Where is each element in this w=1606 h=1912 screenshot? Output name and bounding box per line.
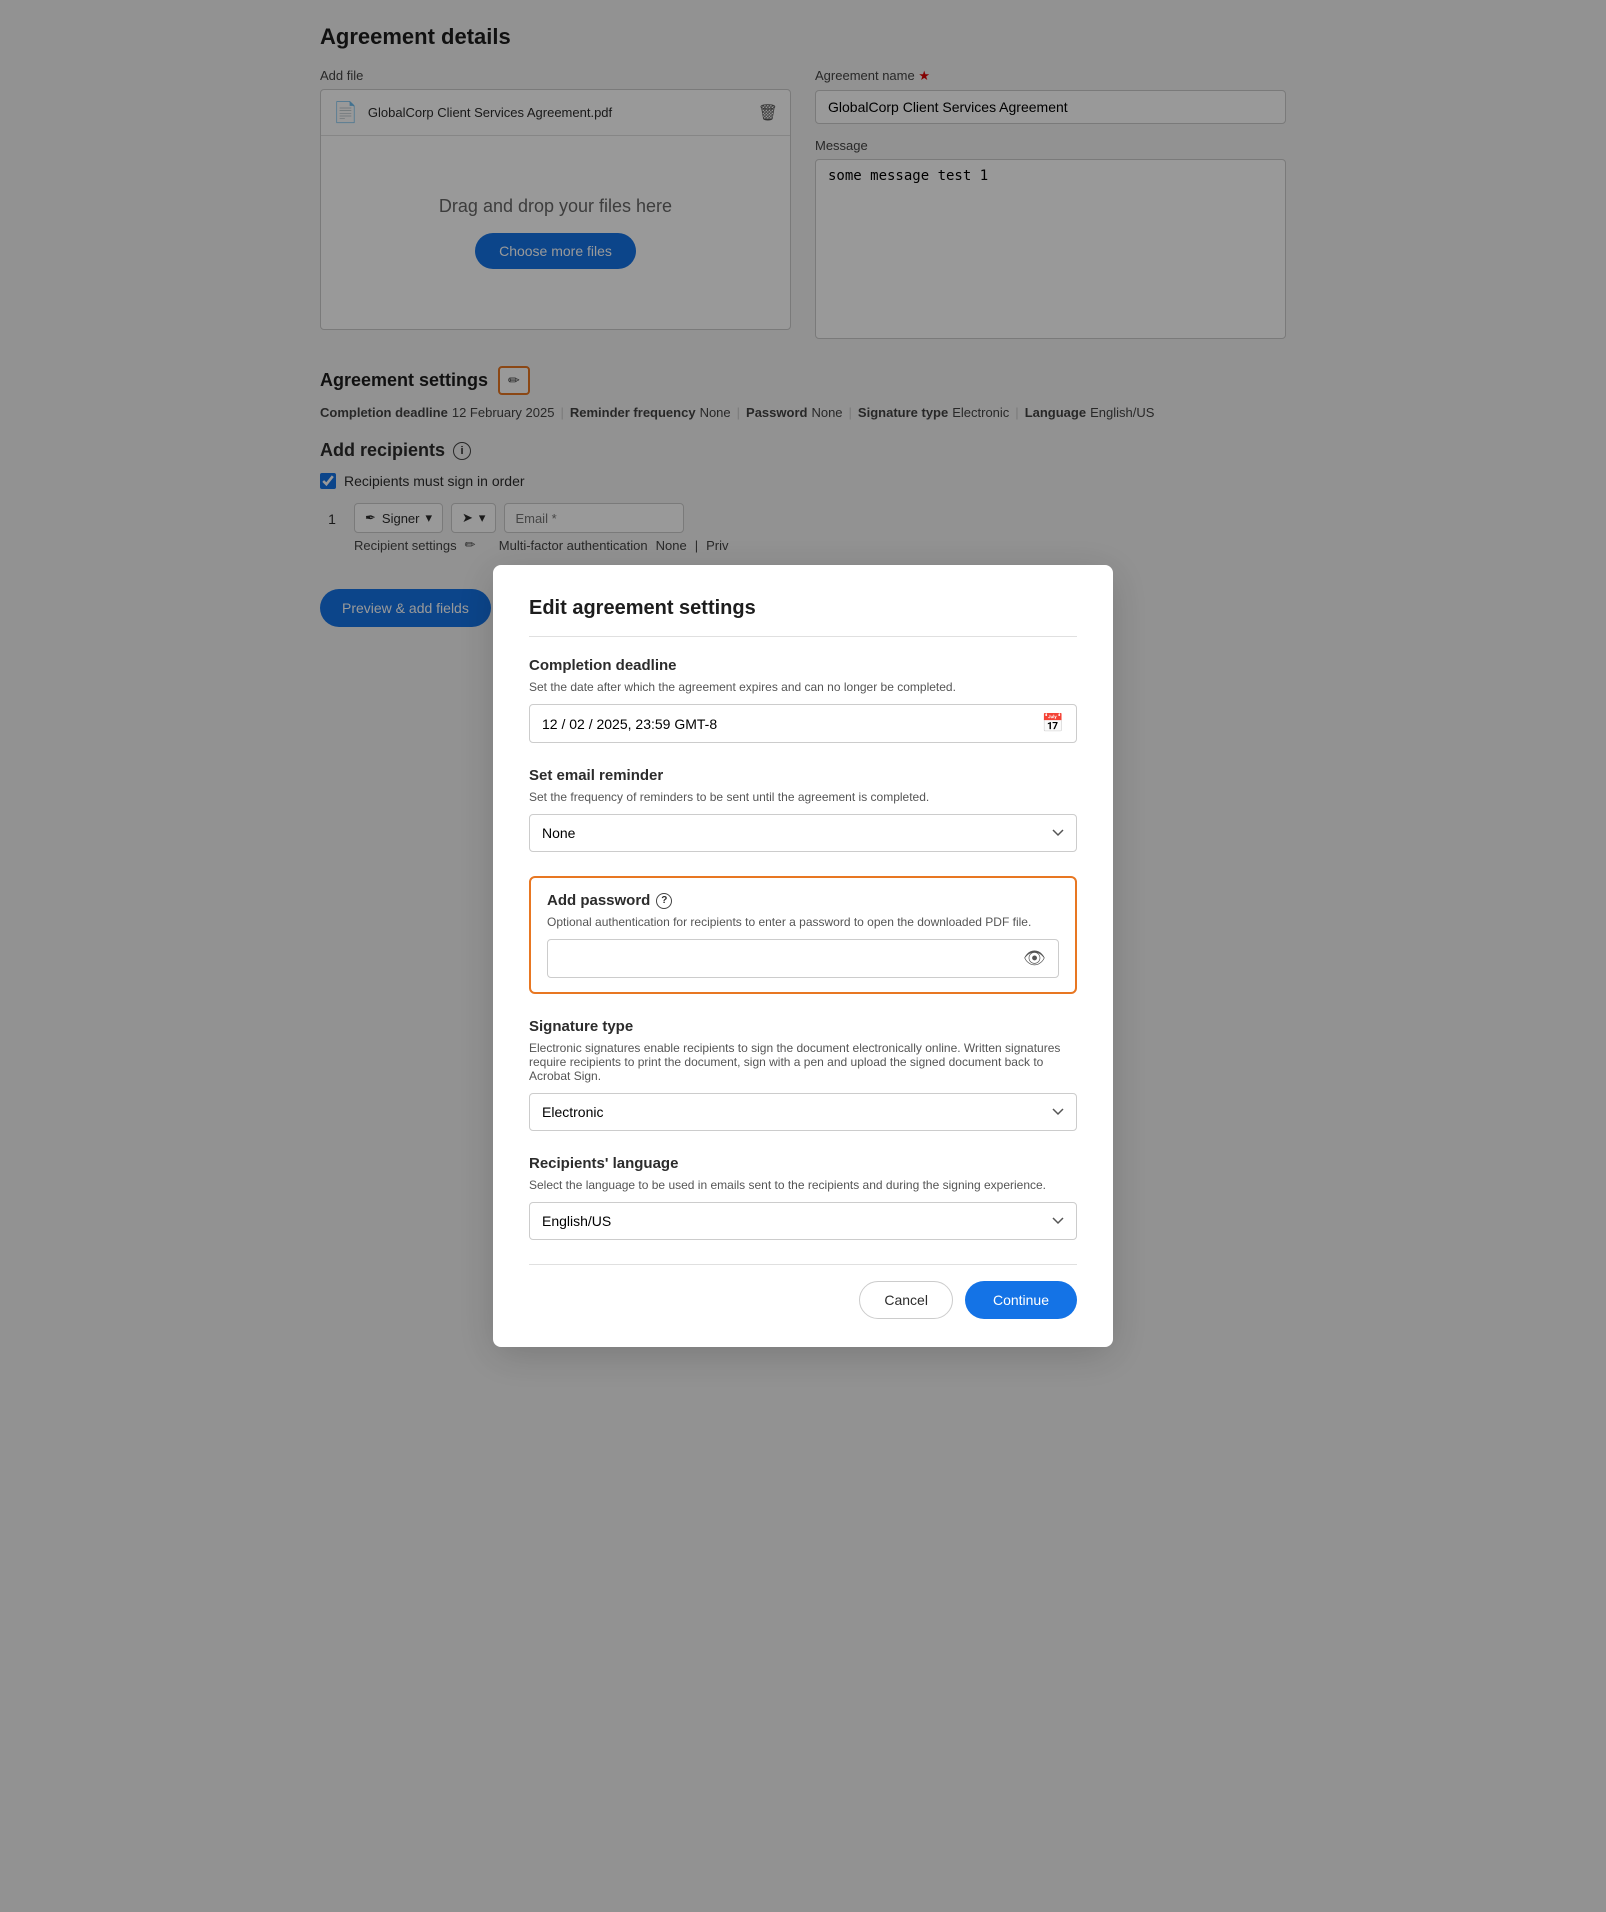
edit-agreement-settings-modal: Edit agreement settings Completion deadl… (493, 565, 1113, 1347)
calendar-icon[interactable]: 📅 (1042, 713, 1064, 734)
password-input-row: 👁 (547, 939, 1059, 978)
signature-type-select[interactable]: Electronic Written (529, 1093, 1077, 1131)
password-input[interactable] (560, 951, 1023, 967)
modal-title: Edit agreement settings (529, 597, 1077, 637)
completion-deadline-desc: Set the date after which the agreement e… (529, 680, 1077, 694)
recipients-language-section: Recipients' language Select the language… (529, 1155, 1077, 1240)
recipients-language-desc: Select the language to be used in emails… (529, 1178, 1077, 1192)
eye-icon[interactable]: 👁 (1023, 948, 1046, 969)
email-reminder-select[interactable]: None Every day Every week Every two week… (529, 814, 1077, 852)
password-help-icon[interactable]: ? (656, 893, 672, 909)
password-section-title: Add password (547, 892, 650, 909)
completion-deadline-input[interactable] (542, 716, 1042, 732)
add-password-section: Add password ? Optional authentication f… (529, 876, 1077, 994)
completion-deadline-input-row: 📅 (529, 704, 1077, 743)
completion-deadline-section: Completion deadline Set the date after w… (529, 657, 1077, 743)
signature-type-desc: Electronic signatures enable recipients … (529, 1041, 1077, 1083)
email-reminder-desc: Set the frequency of reminders to be sen… (529, 790, 1077, 804)
continue-button[interactable]: Continue (965, 1281, 1077, 1319)
modal-overlay: Edit agreement settings Completion deadl… (0, 0, 1606, 1912)
modal-footer: Cancel Continue (529, 1264, 1077, 1319)
email-reminder-section: Set email reminder Set the frequency of … (529, 767, 1077, 852)
completion-deadline-section-title: Completion deadline (529, 657, 1077, 674)
password-label-row: Add password ? (547, 892, 1059, 909)
signature-type-title: Signature type (529, 1018, 1077, 1035)
recipients-language-select[interactable]: English/US French German Spanish Japanes… (529, 1202, 1077, 1240)
recipients-language-title: Recipients' language (529, 1155, 1077, 1172)
cancel-button[interactable]: Cancel (859, 1281, 953, 1319)
email-reminder-title: Set email reminder (529, 767, 1077, 784)
password-desc: Optional authentication for recipients t… (547, 915, 1059, 929)
signature-type-section: Signature type Electronic signatures ena… (529, 1018, 1077, 1131)
